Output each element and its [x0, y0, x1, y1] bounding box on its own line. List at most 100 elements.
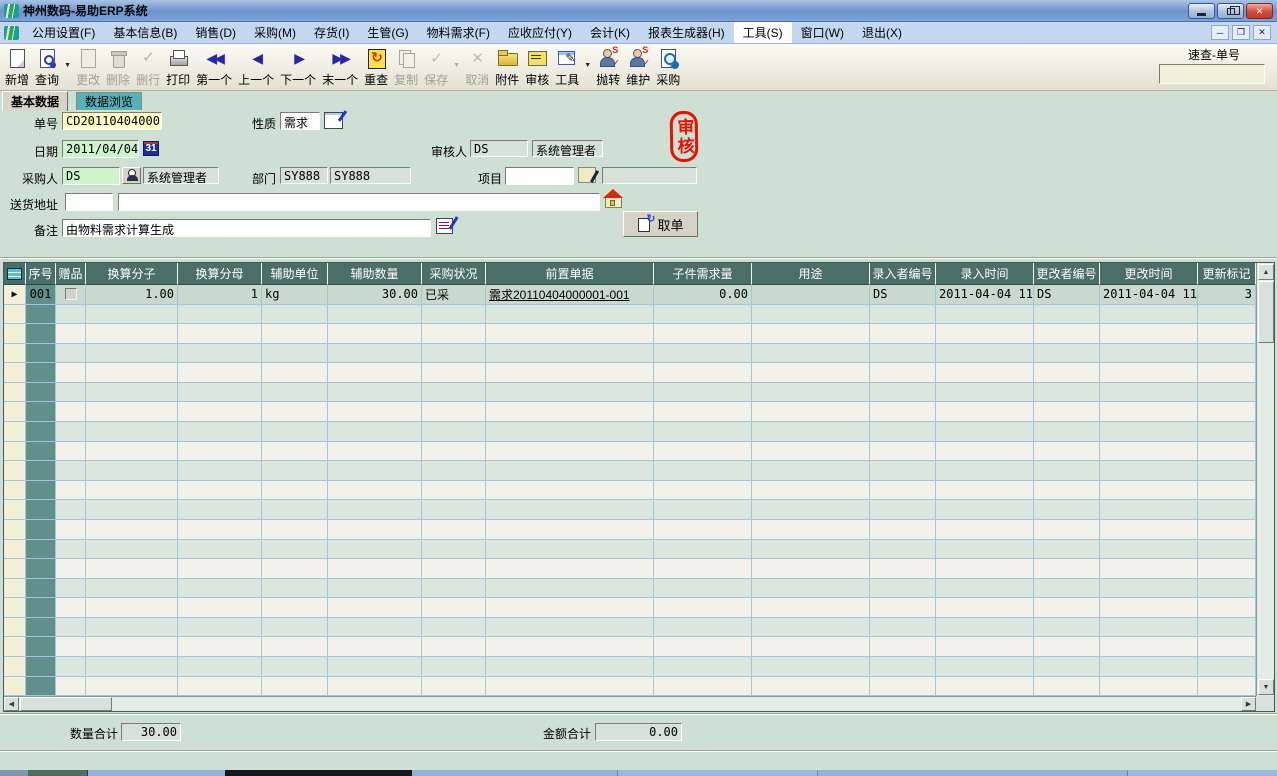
- grid-empty-row[interactable]: [4, 461, 1256, 481]
- mdi-close-button[interactable]: ✕: [1253, 25, 1271, 40]
- grid-empty-row[interactable]: [4, 618, 1256, 638]
- toolbar-tools-dropdown[interactable]: ▼: [582, 45, 593, 85]
- toolbar-new-button[interactable]: 新增: [2, 45, 32, 89]
- grid-empty-row[interactable]: [4, 383, 1256, 403]
- toolbar-first-button[interactable]: ◀◀第一个: [193, 45, 235, 89]
- menu-item-8[interactable]: 会计(K): [581, 22, 639, 43]
- source-doc-link[interactable]: 需求20110404000001-001: [489, 286, 630, 303]
- toolbar-maintain-button[interactable]: ✓S维护: [623, 45, 653, 89]
- mdi-restore-button[interactable]: ❐: [1232, 25, 1250, 40]
- scroll-down-icon[interactable]: ▼: [1258, 679, 1274, 695]
- house-icon[interactable]: [604, 191, 623, 208]
- person-lookup-icon[interactable]: [122, 167, 141, 184]
- cell-sub_req[interactable]: 0.00: [654, 285, 752, 305]
- minimize-button[interactable]: [1188, 3, 1215, 19]
- grid-header-modifier[interactable]: 更改者编号: [1034, 263, 1100, 285]
- cell-gift[interactable]: [56, 285, 86, 305]
- grid-empty-row[interactable]: [4, 442, 1256, 462]
- date-field[interactable]: 2011/04/04: [62, 140, 139, 158]
- vertical-scrollbar[interactable]: ▲ ▼: [1256, 263, 1274, 696]
- grid-empty-row[interactable]: [4, 305, 1256, 325]
- cell-conv_num[interactable]: 1.00: [86, 285, 178, 305]
- close-button[interactable]: ✕: [1246, 3, 1273, 19]
- toolbar-query-button[interactable]: 查询: [32, 45, 62, 89]
- cell-source_doc[interactable]: 需求20110404000001-001: [486, 285, 654, 305]
- grid-empty-row[interactable]: [4, 579, 1256, 599]
- note-icon[interactable]: [436, 218, 453, 234]
- calendar-icon[interactable]: 31: [143, 141, 159, 156]
- grid-empty-row[interactable]: [4, 363, 1256, 383]
- toolbar-transfer-button[interactable]: ✓S抛转: [593, 45, 623, 89]
- grid-header-modify_time[interactable]: 更改时间: [1100, 263, 1198, 285]
- project-code-field[interactable]: [505, 167, 574, 185]
- cell-aux_unit[interactable]: kg: [262, 285, 328, 305]
- grid-header-conv_den[interactable]: 换算分母: [178, 263, 262, 285]
- grid-empty-row[interactable]: [4, 500, 1256, 520]
- cell-update_flag[interactable]: 3: [1198, 285, 1256, 305]
- mdi-minimize-button[interactable]: ─: [1211, 25, 1229, 40]
- menu-item-6[interactable]: 物料需求(F): [418, 22, 499, 43]
- cell-seq[interactable]: 001: [26, 285, 56, 305]
- menu-item-9[interactable]: 报表生成器(H): [639, 22, 734, 43]
- grid-empty-row[interactable]: [4, 677, 1256, 696]
- menu-item-3[interactable]: 采购(M): [245, 22, 305, 43]
- grid-header-usage[interactable]: 用途: [752, 263, 870, 285]
- remark-field[interactable]: 由物料需求计算生成: [62, 219, 431, 237]
- cell-status[interactable]: 已采: [422, 285, 486, 305]
- grid-empty-row[interactable]: [4, 402, 1256, 422]
- grid-empty-row[interactable]: [4, 520, 1256, 540]
- grid-empty-row[interactable]: [4, 598, 1256, 618]
- toolbar-query-dropdown[interactable]: ▼: [62, 45, 73, 85]
- grid-empty-row[interactable]: [4, 657, 1256, 677]
- project-lookup-icon[interactable]: [578, 167, 596, 183]
- properties-icon[interactable]: [324, 112, 343, 129]
- menu-item-4[interactable]: 存货(I): [305, 22, 358, 43]
- grid-header-aux_qty[interactable]: 辅助数量: [328, 263, 422, 285]
- cell-create_time[interactable]: 2011-04-04 11:50:00.0: [936, 285, 1034, 305]
- grid-header-update_flag[interactable]: 更新标记: [1198, 263, 1256, 285]
- grid-header-creator[interactable]: 录入者编号: [870, 263, 936, 285]
- menu-item-2[interactable]: 销售(D): [186, 22, 245, 43]
- grid-header-source_doc[interactable]: 前置单据: [486, 263, 654, 285]
- grid-header-status[interactable]: 采购状况: [422, 263, 486, 285]
- toolbar-audit-button[interactable]: 审核: [522, 45, 552, 89]
- grid-empty-row[interactable]: [4, 540, 1256, 560]
- menu-item-5[interactable]: 生管(G): [358, 22, 417, 43]
- menu-item-11[interactable]: 窗口(W): [792, 22, 853, 43]
- mdi-child-icon[interactable]: [4, 26, 19, 40]
- cell-conv_den[interactable]: 1: [178, 285, 262, 305]
- address-field[interactable]: [118, 193, 600, 211]
- doc-no-field[interactable]: CD201104040001: [62, 112, 162, 130]
- horizontal-scrollbar[interactable]: ◀ ▶: [4, 696, 1256, 711]
- scroll-right-icon[interactable]: ▶: [1241, 697, 1256, 711]
- restore-button[interactable]: [1217, 3, 1244, 19]
- cell-usage[interactable]: [752, 285, 870, 305]
- toolbar-next-button[interactable]: ▶下一个: [277, 45, 319, 89]
- toolbar-last-button[interactable]: ▶▶末一个: [319, 45, 361, 89]
- cell-modifier[interactable]: DS: [1034, 285, 1100, 305]
- tab-basic-data[interactable]: 基本数据: [2, 91, 68, 111]
- menu-item-1[interactable]: 基本信息(B): [104, 22, 186, 43]
- menu-item-0[interactable]: 公用设置(F): [23, 22, 104, 43]
- toolbar-print-button[interactable]: 打印: [163, 45, 193, 89]
- grid-empty-row[interactable]: [4, 324, 1256, 344]
- gift-checkbox[interactable]: [65, 288, 77, 300]
- grid-corner-header[interactable]: [4, 263, 26, 285]
- toolbar-requery-button[interactable]: 重查: [361, 45, 391, 89]
- grid-empty-row[interactable]: [4, 559, 1256, 579]
- grid-empty-row[interactable]: [4, 344, 1256, 364]
- cell-aux_qty[interactable]: 30.00: [328, 285, 422, 305]
- horizontal-scroll-thumb[interactable]: [20, 697, 112, 711]
- scroll-up-icon[interactable]: ▲: [1258, 264, 1274, 280]
- grid-empty-row[interactable]: [4, 637, 1256, 657]
- grid-header-gift[interactable]: 赠品: [56, 263, 86, 285]
- menu-item-7[interactable]: 应收应付(Y): [499, 22, 581, 43]
- toolbar-attachment-button[interactable]: 附件: [492, 45, 522, 89]
- menu-item-10[interactable]: 工具(S): [734, 22, 792, 43]
- cell-creator[interactable]: DS: [870, 285, 936, 305]
- grid-empty-row[interactable]: [4, 481, 1256, 501]
- vertical-scroll-thumb[interactable]: [1258, 281, 1274, 343]
- grid-header-create_time[interactable]: 录入时间: [936, 263, 1034, 285]
- grid-header-sub_req[interactable]: 子件需求量: [654, 263, 752, 285]
- menu-item-12[interactable]: 退出(X): [853, 22, 911, 43]
